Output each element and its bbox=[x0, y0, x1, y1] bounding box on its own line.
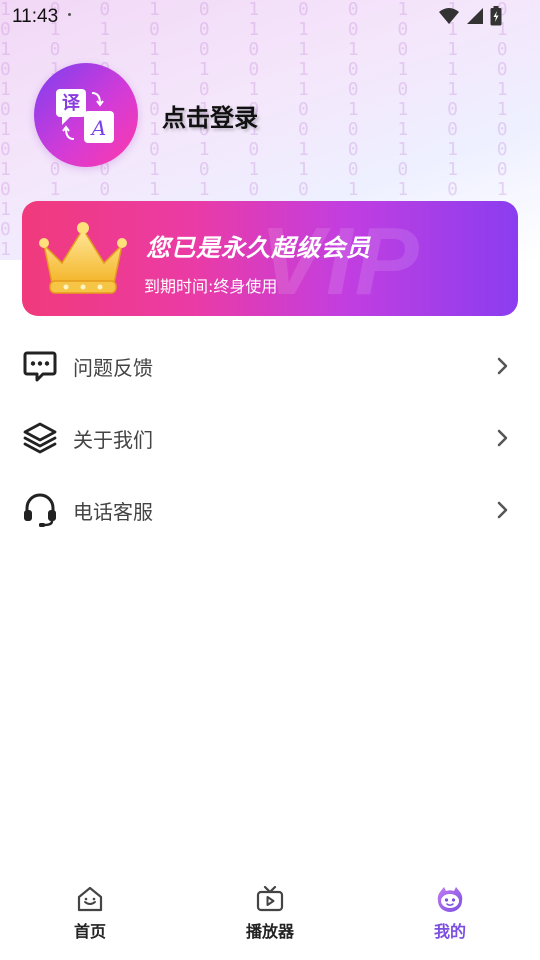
translate-app-icon: 译 A bbox=[56, 89, 114, 143]
bottom-tab-bar: 首页 播放器 我的 bbox=[0, 872, 540, 960]
vip-title: 您已是永久超级会员 bbox=[146, 234, 371, 262]
battery-icon bbox=[490, 6, 502, 26]
menu-item-label: 关于我们 bbox=[73, 427, 153, 452]
settings-menu: 问题反馈 关于我们 电话客服 bbox=[0, 330, 540, 546]
tab-label: 我的 bbox=[433, 922, 466, 941]
avatar[interactable]: 译 A bbox=[34, 63, 138, 167]
wifi-icon bbox=[439, 8, 459, 24]
cell-signal-icon bbox=[467, 8, 483, 24]
login-button[interactable]: 点击登录 bbox=[162, 98, 258, 133]
notification-dot bbox=[68, 12, 72, 16]
profile-face-icon bbox=[437, 887, 463, 912]
svg-text:A: A bbox=[90, 116, 106, 140]
svg-text:译: 译 bbox=[62, 93, 81, 114]
home-icon bbox=[77, 886, 103, 912]
layers-icon bbox=[22, 420, 58, 456]
vip-membership-card[interactable]: VIP 您已是永久超级会员 到期时间:终身使用 bbox=[22, 201, 518, 316]
tab-home[interactable]: 首页 bbox=[0, 872, 180, 960]
menu-item-label: 问题反馈 bbox=[73, 355, 153, 380]
menu-item-label: 电话客服 bbox=[73, 499, 153, 524]
tv-player-icon bbox=[256, 885, 284, 912]
crown-icon bbox=[39, 222, 127, 294]
menu-item-about-us[interactable]: 关于我们 bbox=[0, 402, 540, 474]
menu-item-feedback[interactable]: 问题反馈 bbox=[0, 330, 540, 402]
feedback-chat-icon bbox=[22, 348, 58, 384]
chevron-right-icon bbox=[497, 429, 508, 447]
status-bar: 11:43 bbox=[0, 0, 540, 34]
headset-icon bbox=[22, 492, 58, 528]
tab-mine[interactable]: 我的 bbox=[360, 872, 540, 960]
menu-item-phone-support[interactable]: 电话客服 bbox=[0, 474, 540, 546]
chevron-right-icon bbox=[497, 357, 508, 375]
vip-expiry-text: 到期时间:终身使用 bbox=[144, 277, 278, 296]
tab-player[interactable]: 播放器 bbox=[180, 872, 360, 960]
status-icons bbox=[438, 6, 502, 26]
chevron-right-icon bbox=[497, 501, 508, 519]
status-time: 11:43 bbox=[12, 6, 59, 27]
tab-label: 首页 bbox=[73, 922, 106, 941]
tab-label: 播放器 bbox=[245, 922, 294, 941]
